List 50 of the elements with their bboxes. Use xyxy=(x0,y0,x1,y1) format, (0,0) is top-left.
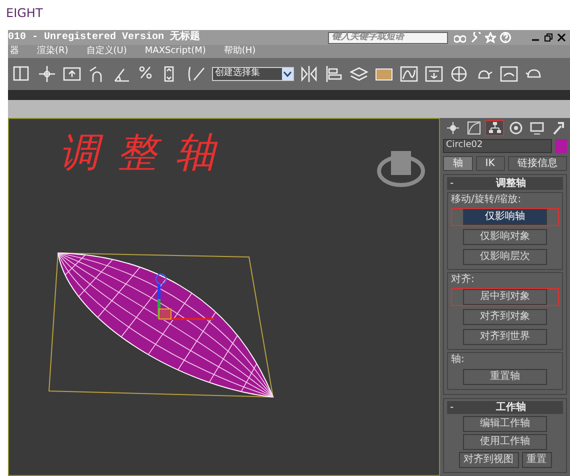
curve-tab-icon[interactable] xyxy=(466,121,480,135)
panel-button[interactable]: 仅影响层次 xyxy=(463,249,547,265)
panel-button[interactable]: 重置轴 xyxy=(463,369,547,385)
window-title: 010 - Unregistered Version 无标题 xyxy=(8,30,200,45)
tab[interactable]: 轴 xyxy=(443,156,472,171)
move-icon[interactable] xyxy=(37,64,57,84)
group-label: 对齐: xyxy=(451,274,474,286)
sphere-icon[interactable] xyxy=(449,64,469,84)
panel-button[interactable]: 对齐到世界 xyxy=(463,329,547,345)
object-name-field[interactable]: Circle02 xyxy=(443,139,552,153)
menu-item[interactable]: MAXScript(M) xyxy=(144,44,206,58)
panel-button[interactable]: 使用工作轴 xyxy=(463,434,547,450)
transform-gizmo-icon[interactable] xyxy=(156,274,214,320)
annotation-text: 调整轴 xyxy=(59,133,233,173)
viewport[interactable]: 调整轴 xyxy=(8,118,440,476)
align-icon[interactable] xyxy=(324,64,344,84)
viewcube-icon[interactable] xyxy=(377,151,425,187)
group-label: 移动/旋转/缩放: xyxy=(451,194,522,206)
curve-editor-icon[interactable] xyxy=(399,64,419,84)
panel-button[interactable]: 重置 xyxy=(522,452,552,468)
render-frame-icon[interactable] xyxy=(499,64,519,84)
search-field[interactable]: 键入关键字或短语 xyxy=(328,32,448,44)
tab[interactable]: 链接信息 xyxy=(508,156,568,171)
restore-icon[interactable] xyxy=(544,33,553,42)
selection-set-dropdown[interactable]: 创建选择集 xyxy=(212,67,294,81)
hierarchy-tab-icon[interactable] xyxy=(488,121,502,135)
close-icon[interactable] xyxy=(557,33,566,42)
menu-item[interactable]: 自定义(U) xyxy=(86,44,127,58)
tab[interactable]: IK xyxy=(476,156,505,171)
help-icon[interactable] xyxy=(500,32,511,43)
page-heading: EIGHT xyxy=(5,5,44,22)
panel-button[interactable]: 仅影响对象 xyxy=(463,229,547,245)
panel-button[interactable]: 编辑工作轴 xyxy=(463,416,547,432)
schematic-icon[interactable] xyxy=(424,64,444,84)
monitor-tab-icon[interactable] xyxy=(530,121,544,135)
panel-button[interactable]: 仅影响轴 xyxy=(463,209,547,225)
menu-item[interactable]: 帮助(H) xyxy=(224,44,256,58)
motion-tab-icon[interactable] xyxy=(446,121,460,135)
star-icon[interactable] xyxy=(485,32,496,43)
panel-button[interactable]: 对齐到对象 xyxy=(463,309,547,325)
menu-item[interactable]: 器 xyxy=(10,44,19,58)
disc-tab-icon[interactable] xyxy=(508,121,522,135)
rollout-header[interactable]: - 调整轴 xyxy=(447,177,563,190)
panel-button[interactable]: 对齐到视图 xyxy=(458,452,518,468)
menu-item[interactable]: 渲染(R) xyxy=(37,44,68,58)
panel-button[interactable]: 居中到对象 xyxy=(463,289,547,305)
rollout-header[interactable]: - 工作轴 xyxy=(447,401,563,414)
color-swatch[interactable] xyxy=(555,139,567,153)
mirror-icon[interactable] xyxy=(299,64,319,84)
group-label: 轴: xyxy=(451,354,464,366)
